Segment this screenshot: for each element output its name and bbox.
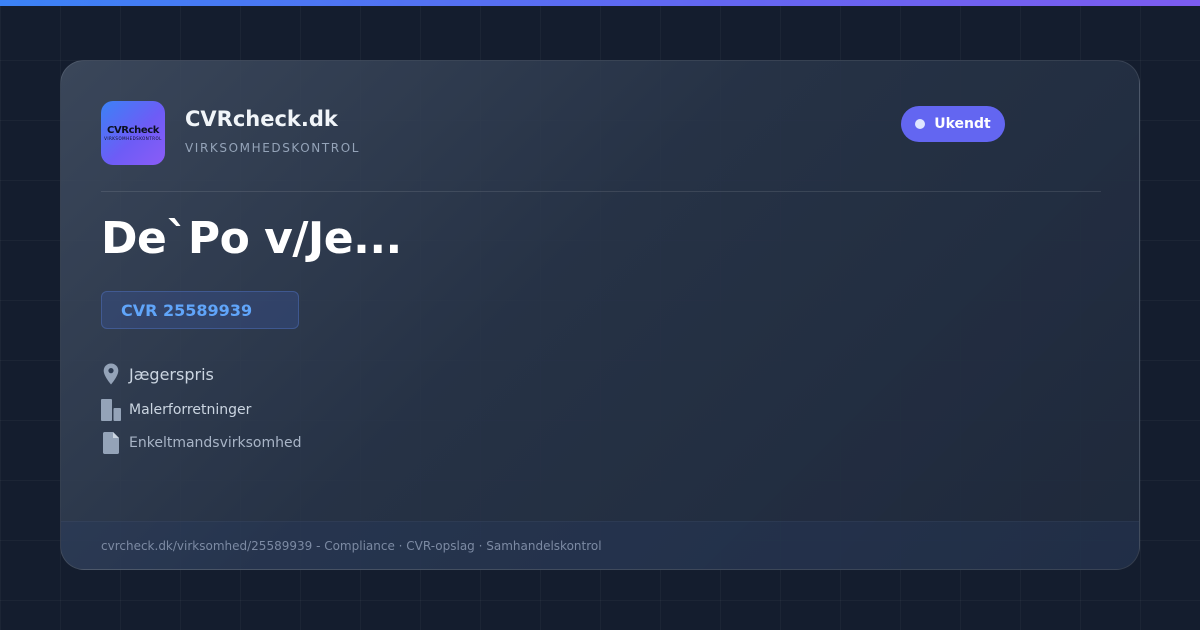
footer-url-text: cvrcheck.dk/virksomhed/25589939 - Compli… <box>101 539 602 553</box>
location-pin-icon <box>101 363 121 385</box>
status-dot-icon <box>915 119 926 129</box>
company-name: De`Po v/Je... <box>101 213 402 264</box>
cvr-badge: CVR 25589939 <box>101 291 299 329</box>
info-row-city: Jægerspris <box>101 363 214 385</box>
building-icon <box>101 399 121 421</box>
brand-tagline: VIRKSOMHEDSKONTROL <box>185 141 361 155</box>
footer-bar: cvrcheck.dk/virksomhed/25589939 - Compli… <box>61 521 1139 569</box>
header-divider <box>101 191 1101 192</box>
status-label: Ukendt <box>934 116 991 132</box>
top-accent-bar <box>0 0 1200 6</box>
company-industry: Malerforretninger <box>129 402 252 418</box>
company-city: Jægerspris <box>129 364 214 384</box>
logo-subtext: VIRKSOMHEDSKONTROL <box>104 136 162 141</box>
info-row-company-type: Enkeltmandsvirksomhed <box>101 432 302 454</box>
company-card: CVRcheck VIRKSOMHEDSKONTROL CVRcheck.dk … <box>60 60 1140 570</box>
document-icon <box>101 432 121 454</box>
company-type: Enkeltmandsvirksomhed <box>129 435 302 451</box>
info-row-industry: Malerforretninger <box>101 399 251 421</box>
status-badge: Ukendt <box>901 106 1005 142</box>
brand-name: CVRcheck.dk <box>185 107 338 131</box>
brand-logo: CVRcheck VIRKSOMHEDSKONTROL <box>101 101 165 165</box>
cvr-number: CVR 25589939 <box>121 300 253 320</box>
logo-wordmark: CVRcheck <box>107 125 159 136</box>
